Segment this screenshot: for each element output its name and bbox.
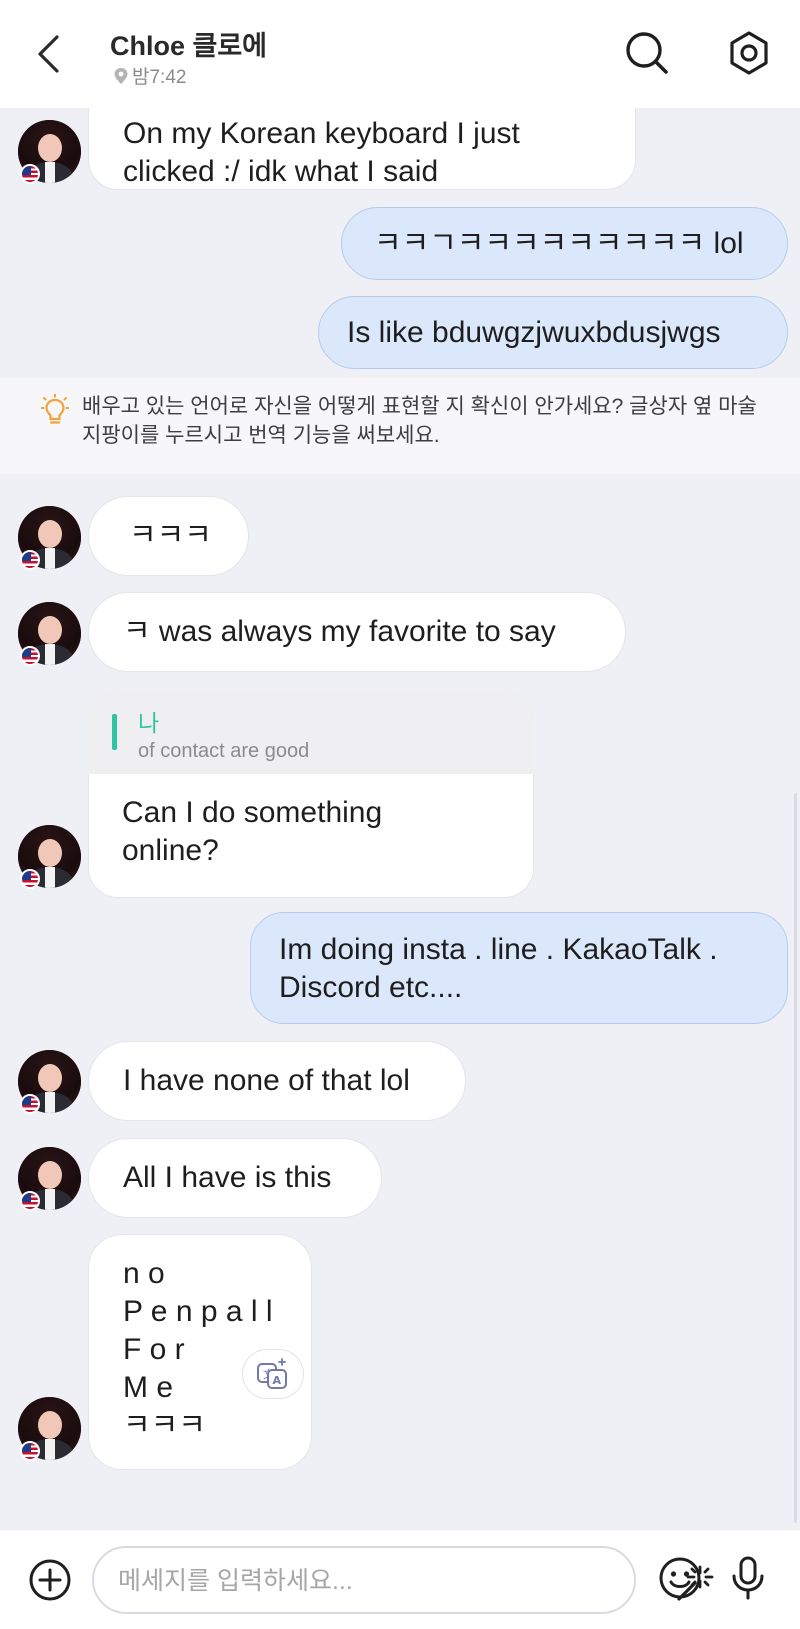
tip-text: 배우고 있는 언어로 자신을 어떻게 표현할 지 확신이 안가세요? 글상자 옆… (82, 395, 757, 447)
location-pin-icon (114, 67, 128, 84)
message-bubble-received[interactable]: ㅋㅋㅋ (88, 496, 249, 576)
message-bubble-received[interactable]: On my Korean keyboard I just clicked :/ … (88, 108, 636, 190)
plus-circle-icon (29, 1559, 71, 1601)
voice-button[interactable] (722, 1552, 774, 1604)
translation-tip-banner: 배우고 있는 언어로 자신을 어떻게 표현할 지 확신이 안가세요? 글상자 옆… (0, 378, 800, 474)
composer-bar (0, 1529, 800, 1629)
contact-avatar[interactable] (18, 1050, 81, 1114)
local-time-label: 밤7:42 (113, 62, 186, 89)
message-list[interactable]: On my Korean keyboard I just clicked :/ … (0, 108, 800, 1528)
us-flag-icon (20, 869, 40, 889)
microphone-icon (732, 1556, 764, 1600)
translate-icon: 文 A (257, 1358, 287, 1389)
contact-avatar[interactable] (18, 602, 81, 666)
scrollbar[interactable] (794, 793, 797, 1523)
message-bubble-received[interactable]: All I have is this (88, 1138, 382, 1218)
message-bubble-sent[interactable]: Im doing insta . line . KakaoTalk . Disc… (250, 912, 788, 1024)
lightbulb-icon (41, 394, 69, 424)
chevron-left-icon (38, 35, 59, 73)
chat-title[interactable]: Chloe 클로에 (110, 24, 267, 63)
contact-avatar[interactable] (18, 1147, 81, 1211)
message-bubble-received[interactable]: I have none of that lol (88, 1041, 466, 1121)
settings-button[interactable] (722, 26, 776, 80)
message-bubble-sent[interactable]: Is like bduwgzjwuxbdusjwgs (318, 296, 788, 369)
us-flag-icon (20, 1191, 40, 1211)
attach-button[interactable] (24, 1554, 76, 1606)
message-bubble-received[interactable]: ㅋ was always my favorite to say (88, 592, 626, 672)
emoji-icon (659, 1557, 701, 1599)
us-flag-icon (20, 164, 40, 184)
message-input-container[interactable] (92, 1546, 714, 1614)
message-input[interactable] (118, 1562, 558, 1600)
local-time-text: 밤7:42 (132, 67, 187, 88)
quote-author: 나 (138, 710, 160, 736)
chat-header: Chloe 클로에 밤7:42 (0, 0, 800, 108)
contact-avatar[interactable] (18, 1397, 81, 1461)
us-flag-icon (20, 1094, 40, 1114)
quote-bar (112, 714, 117, 750)
contact-avatar[interactable] (18, 120, 81, 184)
us-flag-icon (20, 646, 40, 666)
search-button[interactable] (620, 26, 674, 80)
reply-message-text: Can I do something online? (122, 796, 383, 867)
us-flag-icon (20, 550, 40, 570)
message-bubble-sent[interactable]: ㅋㅋㄱㅋㅋㅋㅋㅋㅋㅋㅋㅋ lol (341, 207, 788, 280)
reply-quote[interactable]: 나 of contact are good (88, 690, 534, 774)
search-icon (626, 32, 668, 74)
quote-text: of contact are good (138, 740, 310, 762)
translate-button[interactable]: 文 A (242, 1349, 304, 1399)
svg-text:A: A (273, 1374, 282, 1387)
settings-icon (730, 31, 768, 75)
us-flag-icon (20, 1441, 40, 1461)
contact-avatar[interactable] (18, 825, 81, 889)
contact-avatar[interactable] (18, 506, 81, 570)
emoji-button[interactable] (654, 1552, 706, 1604)
back-button[interactable] (28, 30, 68, 78)
